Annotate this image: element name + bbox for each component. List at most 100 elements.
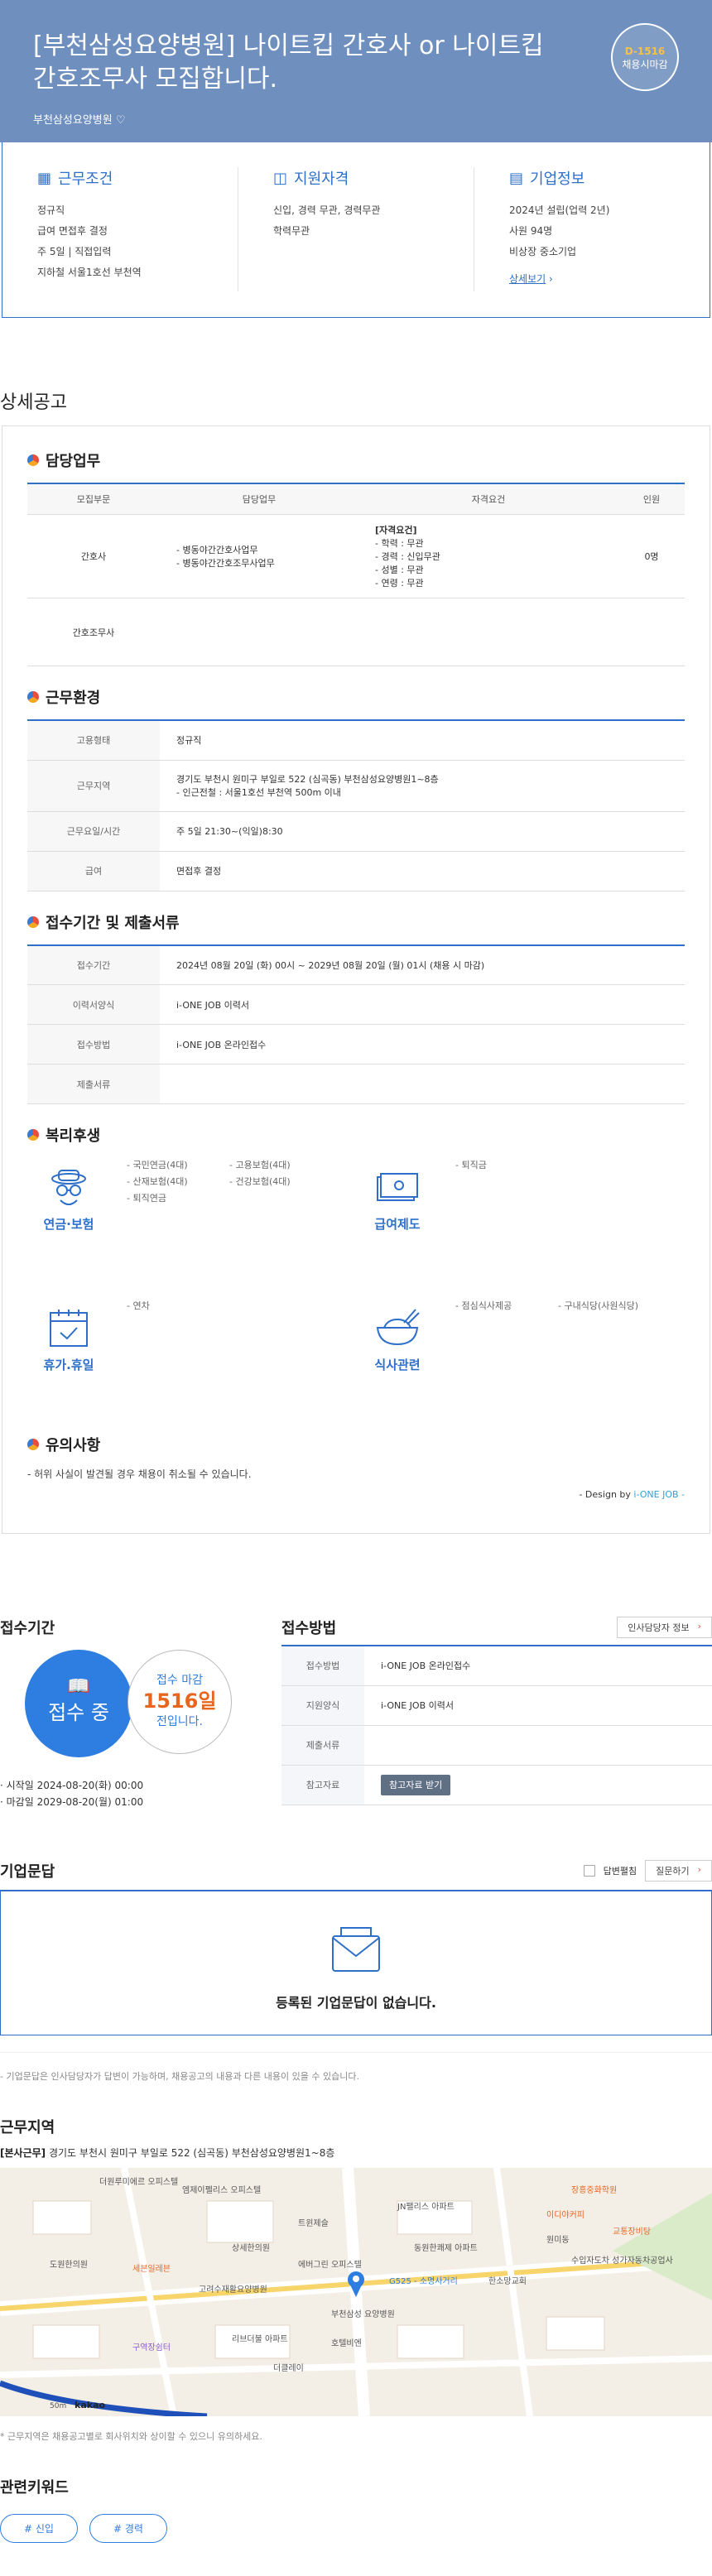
company-item: 2024년 설립(업력 2년) (509, 204, 610, 216)
work-conditions-title: ▦ 근무조건 (37, 167, 203, 189)
table-row: 간호조무사 (27, 598, 685, 666)
welfare-title: 복리후생 (27, 1124, 685, 1146)
period-value: 2024년 08월 20일 (화) 00시 ~ 2029년 08월 20일 (월… (160, 944, 685, 985)
apply-label: 제출서류 (281, 1725, 364, 1766)
map-label: 더클레이 (273, 2363, 304, 2373)
apply-label: 지원양식 (281, 1685, 364, 1726)
table-row: 참고자료 참고자료 받기 (281, 1765, 712, 1805)
table-row: 접수방법 i-ONE JOB 온라인접수 (281, 1646, 712, 1686)
env-label-cell: 급여 (27, 851, 160, 892)
qna-note: - 기업문답은 인사담당자가 답변이 가능하며, 채용공고의 내용과 다른 내용… (0, 2052, 712, 2083)
location-map[interactable]: 더원루미에르 오피스텔 엠제이펠리스 오피스텔 트윈제슬 상세한의원 도원한의원… (0, 2168, 712, 2416)
table-row: 간호사 - 병동야간간호사업무 - 병동야간간호조무사업무 [자격요건] - 학력… (27, 514, 685, 598)
welfare-group: 휴가.휴일 - 연차 (27, 1298, 356, 1414)
welfare-item: - 건강보험(4대) (229, 1176, 291, 1187)
apply-method-header: 접수방법 인사담당자 정보 › (281, 1617, 712, 1638)
apply-status-circles: 📖 접수 중 접수 마감 1516일 전입니다. (0, 1650, 267, 1766)
period-label-cell: 제출서류 (27, 1064, 160, 1104)
duty-title: 담당업무 (27, 449, 685, 471)
keyword-tag[interactable]: # 신입 (0, 2514, 78, 2543)
job-header: [부천삼성요양병원] 나이트킵 간호사 or 나이트킵 간호조무사 모집합니다.… (0, 0, 712, 142)
welfare-icon-wrap: 연금·보험 (27, 1157, 110, 1273)
welfare-icon-wrap: 식사관련 (356, 1298, 439, 1414)
env-title: 근무환경 (27, 686, 685, 708)
design-prefix: - Design by (579, 1489, 634, 1500)
env-value: 정규직 (160, 720, 685, 761)
period-value: i-ONE JOB 이력서 (160, 984, 685, 1025)
map-scale: 50m (50, 2402, 66, 2410)
job-title: [부천삼성요양병원] 나이트킵 간호사 or 나이트킵 간호조무사 모집합니다. (33, 31, 544, 94)
apply-label: 접수방법 (281, 1646, 364, 1686)
welfare-list: - 퇴직금 (455, 1157, 657, 1273)
qna-controls: 답변펼침 질문하기 › (583, 1860, 712, 1882)
welfare-item: - 구내식당(사원식당) (558, 1300, 639, 1311)
apply-value (364, 1725, 712, 1766)
design-brand: i-ONE JOB (633, 1489, 679, 1500)
envelope-icon (332, 1927, 380, 1972)
table-header: 모집부문 (27, 483, 160, 515)
download-reference-button[interactable]: 참고자료 받기 (381, 1775, 451, 1795)
hr-contact-label: 인사담당자 정보 (628, 1622, 690, 1633)
company-name-row[interactable]: 부천삼성요양병원 ♡ (33, 111, 679, 127)
duty-table: 모집부문 담당업무 자격요건 인원 간호사 - 병동야간간호사업무 - 병동야간… (27, 483, 685, 666)
work-item: 지하철 서울1호선 부천역 (37, 267, 142, 278)
start-date: · 시작일 2024-08-20(화) 00:00 (0, 1780, 144, 1791)
env-value: 주 5일 21:30~(익일)8:30 (160, 811, 685, 852)
map-label: 이디야커피 (546, 2210, 585, 2220)
apply-status: 접수 중 (48, 1701, 109, 1724)
company-item: 비상장 중소기업 (509, 246, 577, 257)
welfare-group: 급여제도 - 퇴직금 (356, 1157, 685, 1273)
answered-label[interactable]: 답변펼침 (604, 1864, 637, 1877)
table-header: 자격요건 (358, 483, 618, 515)
table-header: 담당업무 (160, 483, 358, 515)
job-summary: ▦ 근무조건 정규직 급여 면접후 결정 주 5일 | 직접입력 지하철 서울1호… (2, 142, 710, 318)
welfare-icon-wrap: 휴가.휴일 (27, 1298, 110, 1414)
period-label-cell: 이력서양식 (27, 984, 160, 1025)
map-label: 호텔비엔 (331, 2338, 362, 2348)
qna-header: 기업문답 답변펼침 질문하기 › (0, 1860, 712, 1882)
welfare-item: - 산재보험(4대) (127, 1176, 188, 1187)
qualifications-title: ◫ 지원자격 (273, 167, 439, 189)
welfare-item: - 퇴직연금 (127, 1193, 166, 1204)
company-name[interactable]: 부천삼성요양병원 (33, 114, 113, 127)
keywords-title: 관련키워드 (0, 2479, 69, 2497)
heart-icon[interactable]: ♡ (116, 114, 126, 127)
map-label: JN팰리스 아파트 (397, 2202, 455, 2212)
hr-contact-button[interactable]: 인사담당자 정보 › (617, 1617, 712, 1638)
map-label: 동원한쾌제 아파트 (414, 2243, 478, 2253)
design-credit: - Design by i-ONE JOB - (27, 1489, 685, 1500)
company-detail-link[interactable]: 상세보기 (509, 273, 546, 285)
apply-method: 접수방법 인사담당자 정보 › 접수방법 i-ONE JOB 온라인접수 지원양식 i… (281, 1617, 712, 1810)
period-value: i-ONE JOB 온라인접수 (160, 1024, 685, 1065)
apply-label: 참고자료 (281, 1765, 364, 1805)
table-row: 급여 면접후 결정 (27, 851, 685, 892)
chevron-right-icon: › (549, 273, 553, 285)
welfare-group-name: 휴가.휴일 (43, 1358, 94, 1372)
env-label-cell: 근무요일/시간 (27, 811, 160, 852)
period-label-cell: 접수기간 (27, 944, 160, 985)
detail-section-title: 상세공고 (0, 392, 67, 413)
welfare-item: - 퇴직금 (455, 1160, 487, 1170)
map-label: 부천삼성 요양병원 (331, 2309, 395, 2319)
answered-checkbox[interactable] (583, 1865, 595, 1877)
company-item: 사원 94명 (509, 225, 553, 237)
map-label: 장흥중화학원 (571, 2184, 617, 2195)
apply-status-circle: 📖 접수 중 (25, 1650, 132, 1757)
map-canvas[interactable]: 더원루미에르 오피스텔 엠제이펠리스 오피스텔 트윈제슬 상세한의원 도원한의원… (0, 2168, 712, 2416)
apply-dates: · 시작일 2024-08-20(화) 00:00 · 마감일 2029-08-… (0, 1777, 267, 1810)
welfare-group-name: 연금·보험 (43, 1217, 94, 1232)
location-title: 근무지역 (0, 2119, 55, 2136)
money-icon (377, 1173, 418, 1201)
keyword-tag[interactable]: # 경력 (89, 2514, 167, 2543)
ask-question-button[interactable]: 질문하기 › (645, 1860, 712, 1882)
table-row: 고용형태 정규직 (27, 720, 685, 761)
welfare-item: - 점심식사제공 (455, 1300, 512, 1311)
briefcase-icon: ◫ (273, 169, 288, 187)
duty-req-cell (358, 598, 618, 666)
table-row: 접수방법 i-ONE JOB 온라인접수 (27, 1024, 685, 1065)
days-suffix: 전입니다. (156, 1715, 203, 1728)
dday-badge: D-1516 채용시마감 (611, 23, 679, 91)
insurance-icon (51, 1170, 86, 1205)
notice-label: 유의사항 (46, 1437, 101, 1454)
chevron-right-icon: › (697, 1864, 701, 1875)
